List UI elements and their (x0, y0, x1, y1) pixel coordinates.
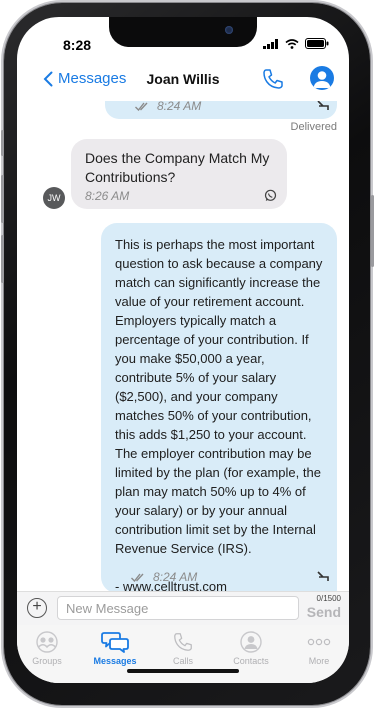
message-time: 8:24 AM (153, 570, 198, 584)
call-button[interactable] (261, 67, 285, 96)
battery-icon (305, 38, 329, 49)
phone-screen: 8:28 Messages Joan Willis 8:24 AM Delive… (17, 17, 349, 683)
signature-prefix: - (115, 579, 123, 591)
message-time: 8:24 AM (157, 101, 202, 113)
avatar[interactable]: JW (43, 187, 65, 209)
volume-up-button (1, 175, 4, 223)
message-composer: + 0/1500 Send (17, 591, 349, 626)
whatsapp-icon (264, 189, 277, 201)
contact-profile-button[interactable] (310, 66, 334, 90)
tab-label: Contacts (233, 656, 269, 666)
message-input[interactable] (57, 596, 299, 620)
outgoing-message-text: This is perhaps the most important quest… (115, 237, 323, 556)
phone-icon (174, 633, 192, 651)
more-icon (307, 638, 331, 646)
tab-label: Groups (32, 656, 62, 666)
status-icons (263, 38, 329, 49)
groups-icon (36, 631, 58, 653)
message-meta: 8:26 AM (85, 189, 129, 203)
volume-button (1, 130, 4, 156)
send-button[interactable]: Send (307, 604, 341, 620)
chat-header: Messages Joan Willis (17, 61, 349, 101)
message-list[interactable]: 8:24 AM Delivered Does the Company Match… (17, 101, 349, 591)
tab-messages[interactable]: Messages (85, 631, 145, 666)
message-meta: 8:24 AM (131, 570, 197, 584)
tab-bar: Groups Messages Calls Contacts More (17, 625, 349, 683)
tab-more[interactable]: More (289, 631, 349, 666)
delivered-status: Delivered (290, 121, 337, 133)
power-button (371, 195, 374, 267)
tab-contacts[interactable]: Contacts (221, 631, 281, 666)
tab-label: Messages (93, 656, 137, 666)
status-time: 8:28 (63, 37, 92, 53)
incoming-message-bubble[interactable]: Does the Company Match My Contributions?… (71, 139, 287, 209)
tab-label: More (308, 656, 330, 666)
message-time: 8:26 AM (85, 189, 130, 203)
character-counter: 0/1500 (316, 594, 341, 603)
user-icon (313, 71, 331, 88)
incoming-message-text: Does the Company Match My Contributions? (85, 150, 270, 185)
add-attachment-button[interactable]: + (27, 598, 47, 618)
tab-calls[interactable]: Calls (153, 631, 213, 666)
messages-icon (101, 632, 129, 653)
wifi-icon (285, 38, 299, 49)
phone-icon (263, 69, 283, 89)
double-check-icon (131, 573, 144, 582)
contact-icon (240, 631, 262, 653)
sms-delivered-icon (317, 571, 329, 581)
message-meta: 8:24 AM (135, 101, 201, 113)
tab-label: Calls (172, 656, 193, 666)
previous-message-bubble[interactable]: 8:24 AM (105, 101, 337, 119)
sms-delivered-icon (317, 101, 329, 110)
signal-icon (263, 38, 278, 49)
camera-icon (225, 26, 233, 34)
notch (109, 17, 257, 47)
home-indicator[interactable] (127, 669, 239, 673)
tab-groups[interactable]: Groups (17, 631, 77, 666)
double-check-icon (135, 102, 148, 111)
volume-down-button (1, 235, 4, 283)
contact-name: Joan Willis (146, 71, 220, 87)
outgoing-message-bubble[interactable]: This is perhaps the most important quest… (101, 223, 337, 591)
